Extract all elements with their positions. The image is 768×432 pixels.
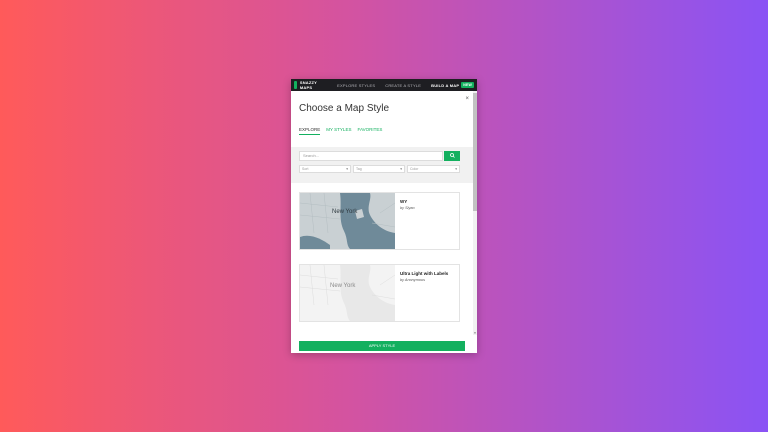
style-card[interactable]: New York WY by Siyao	[299, 192, 460, 250]
chevron-down-icon: ▾	[400, 167, 402, 171]
filter-bar: Search... Sort ▾ Tag ▾ Color ▾	[291, 147, 473, 183]
map-city-label: New York	[332, 209, 358, 215]
close-icon[interactable]: ×	[465, 96, 469, 102]
style-author: by Anonymous	[400, 278, 425, 282]
style-author: by Siyao	[400, 206, 415, 210]
tag-select[interactable]: Tag ▾	[353, 165, 405, 173]
search-icon	[449, 153, 455, 158]
color-label: Color	[410, 167, 419, 171]
scroll-down-arrow-icon[interactable]: ▼	[473, 331, 477, 335]
scrollbar-thumb[interactable]	[473, 93, 477, 211]
chevron-down-icon: ▾	[455, 167, 457, 171]
map-preview-image: New York	[300, 265, 395, 321]
dialog-title: Choose a Map Style	[299, 103, 390, 114]
map-preview-image: New York	[300, 193, 395, 249]
tab-my-styles[interactable]: MY STYLES	[326, 127, 351, 135]
logo-icon	[294, 81, 297, 89]
apply-style-button[interactable]: APPLY STYLE	[299, 341, 465, 351]
tab-favorites[interactable]: FAVORITES	[357, 127, 382, 135]
style-name[interactable]: Ultra Light with Labels	[400, 271, 448, 276]
style-card[interactable]: New York Ultra Light with Labels by Anon…	[299, 264, 460, 322]
new-badge: NEW	[461, 82, 474, 88]
tag-label: Tag	[356, 167, 362, 171]
tab-explore[interactable]: EXPLORE	[299, 127, 321, 135]
color-select[interactable]: Color ▾	[407, 165, 460, 173]
map-preview: New York	[300, 265, 395, 321]
map-city-label: New York	[330, 283, 356, 289]
logo-text: SNAZZY MAPS	[299, 80, 317, 90]
map-preview: New York	[300, 193, 395, 249]
sort-label: Sort	[302, 167, 309, 171]
style-name[interactable]: WY	[400, 199, 407, 204]
nav-link-explore-styles[interactable]: EXPLORE STYLES	[337, 83, 375, 88]
build-map-label: BUILD A MAP	[431, 82, 460, 88]
chevron-down-icon: ▾	[346, 167, 348, 171]
search-button[interactable]	[444, 151, 460, 161]
top-navigation: SNAZZY MAPS EXPLORE STYLES CREATE A STYL…	[291, 79, 477, 91]
nav-link-build-map[interactable]: BUILD A MAP NEW	[431, 82, 474, 88]
nav-link-create-style[interactable]: CREATE A STYLE	[385, 83, 421, 88]
sort-select[interactable]: Sort ▾	[299, 165, 351, 173]
style-tabs: EXPLORE MY STYLES FAVORITES	[299, 127, 388, 135]
logo[interactable]: SNAZZY MAPS	[294, 80, 329, 90]
map-style-dialog: SNAZZY MAPS EXPLORE STYLES CREATE A STYL…	[291, 79, 477, 353]
search-input[interactable]: Search...	[299, 151, 443, 161]
